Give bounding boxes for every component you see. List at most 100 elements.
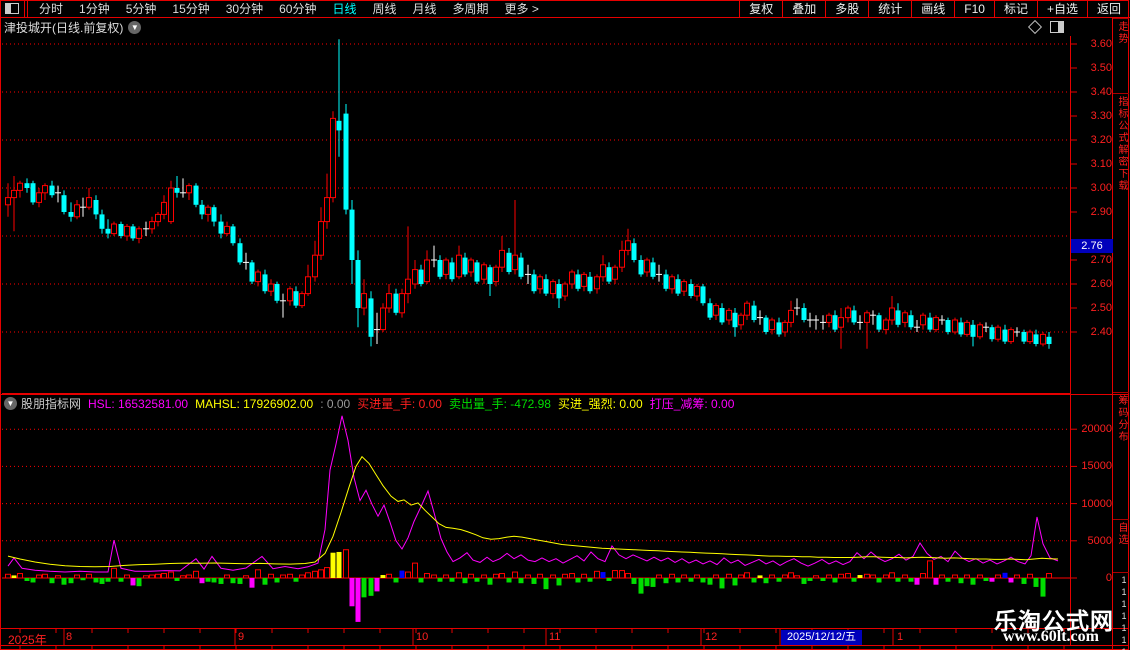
indicator-bar (801, 578, 807, 584)
down-candle-body (989, 327, 995, 340)
indicator-bar (143, 575, 149, 579)
indicator-bar (1021, 578, 1027, 584)
right-strip-tab-3[interactable]: 自选 (1113, 519, 1129, 572)
up-candle-body (299, 293, 305, 307)
chart-canvas[interactable] (0, 0, 1130, 650)
indicator-bar (788, 572, 794, 579)
indicator-bar (763, 578, 769, 584)
chevron-down-icon[interactable]: ▼ (128, 20, 142, 34)
down-candle-body (49, 185, 55, 196)
indicator-bar (30, 578, 36, 583)
up-candle-body (124, 225, 130, 237)
period-tab-8[interactable]: 月线 (405, 0, 445, 17)
down-candle-body (506, 252, 512, 272)
indicator-bar (456, 572, 462, 579)
period-tab-1[interactable]: 1分钟 (71, 0, 118, 17)
indicator-bar (663, 578, 669, 584)
period-tab-7[interactable]: 周线 (364, 0, 404, 17)
up-candle-body (619, 249, 625, 268)
up-candle-body (86, 197, 92, 208)
indicator-bar (324, 567, 330, 579)
indicator-bar (205, 578, 211, 582)
indicator-bar (832, 578, 838, 583)
period-tab-0[interactable]: 分时 (31, 0, 71, 17)
indicator-bar (17, 573, 23, 579)
up-candle-body (788, 309, 794, 323)
indicator-bar (268, 573, 274, 579)
indicator-bar (318, 569, 324, 579)
indicator-bar (418, 578, 424, 583)
secondary-icons (1027, 19, 1064, 35)
right-strip-tab-1[interactable]: 指标公式解密下载 (1113, 93, 1129, 392)
period-tab-2[interactable]: 5分钟 (118, 0, 165, 17)
up-candle-body (11, 189, 17, 199)
action-button-7[interactable]: +自选 (1036, 0, 1087, 17)
indicator-bar (155, 573, 161, 579)
indicator-bar (826, 574, 832, 579)
indicator-bar (700, 578, 706, 583)
right-strip-tab-0[interactable]: 走势 (1113, 18, 1129, 93)
indicator-bar (374, 578, 380, 592)
layout-toggle-button[interactable] (0, 0, 25, 17)
period-tab-6[interactable]: 日线 (324, 0, 364, 17)
up-candle-body (512, 254, 518, 271)
indicator-bar (99, 578, 105, 584)
up-candle-body (738, 314, 744, 326)
indicator-bar (312, 570, 318, 579)
down-candle-body (211, 207, 217, 222)
up-candle-body (612, 266, 618, 280)
down-candle-body (193, 185, 199, 205)
up-candle-body (136, 228, 142, 239)
up-candle-body (826, 314, 832, 323)
period-tab-9[interactable]: 多周期 (445, 0, 497, 17)
indicator-bar (80, 578, 86, 581)
action-button-3[interactable]: 统计 (868, 0, 911, 17)
panel-layout-icon[interactable] (1050, 21, 1064, 33)
indicator-bar (68, 578, 74, 584)
up-candle-body (111, 223, 117, 235)
period-tab-4[interactable]: 30分钟 (218, 0, 271, 17)
action-button-0[interactable]: 复权 (739, 0, 782, 17)
period-tab-3[interactable]: 15分钟 (164, 0, 217, 17)
down-candle-body (945, 320, 951, 332)
right-strip-tab-4[interactable]: 11111111 (1113, 572, 1129, 650)
down-candle-body (230, 226, 236, 244)
indicator-bar (638, 578, 644, 594)
indicator-bar (512, 571, 518, 579)
indicator-bar (474, 578, 480, 582)
down-candle-body (393, 293, 399, 313)
up-candle-body (361, 293, 367, 309)
action-button-5[interactable]: F10 (954, 0, 994, 17)
action-button-6[interactable]: 标记 (993, 0, 1037, 17)
action-button-1[interactable]: 叠加 (782, 0, 825, 17)
indicator-value-1: HSL: 16532581.00 (88, 396, 189, 411)
down-candle-body (93, 200, 99, 215)
indicator-bar (299, 574, 305, 579)
indicator-bar (895, 578, 901, 582)
diamond-marker-icon[interactable] (1027, 19, 1043, 35)
indicator-bar (380, 575, 386, 578)
up-candle-body (1027, 331, 1033, 343)
indicator-bar (180, 575, 186, 579)
up-candle-body (562, 283, 568, 297)
period-tab-5[interactable]: 60分钟 (271, 0, 324, 17)
down-candle-body (801, 308, 807, 320)
indicator-bar (149, 574, 155, 579)
indicator-bar (211, 578, 217, 583)
indicator-value-2: MAHSL: 17926902.00 (195, 396, 314, 411)
indicator-chevron-icon[interactable]: ▼ (4, 397, 17, 410)
candles-layer (5, 39, 1052, 349)
mahsl-line (7, 455, 1059, 568)
indicator-bar (49, 578, 55, 584)
action-button-2[interactable]: 多股 (825, 0, 868, 17)
right-strip-tab-2[interactable]: 筹码分布 (1113, 392, 1129, 519)
down-candle-body (199, 204, 205, 215)
action-button-4[interactable]: 画线 (911, 0, 954, 17)
indicator-bar (506, 578, 512, 583)
action-button-8[interactable]: 返回 (1086, 0, 1130, 17)
indicator-bar (794, 575, 800, 579)
period-tab-10[interactable]: 更多 > (497, 0, 547, 17)
down-candle-body (449, 262, 455, 280)
down-candle-body (908, 315, 914, 328)
indicator-bar (707, 578, 713, 585)
